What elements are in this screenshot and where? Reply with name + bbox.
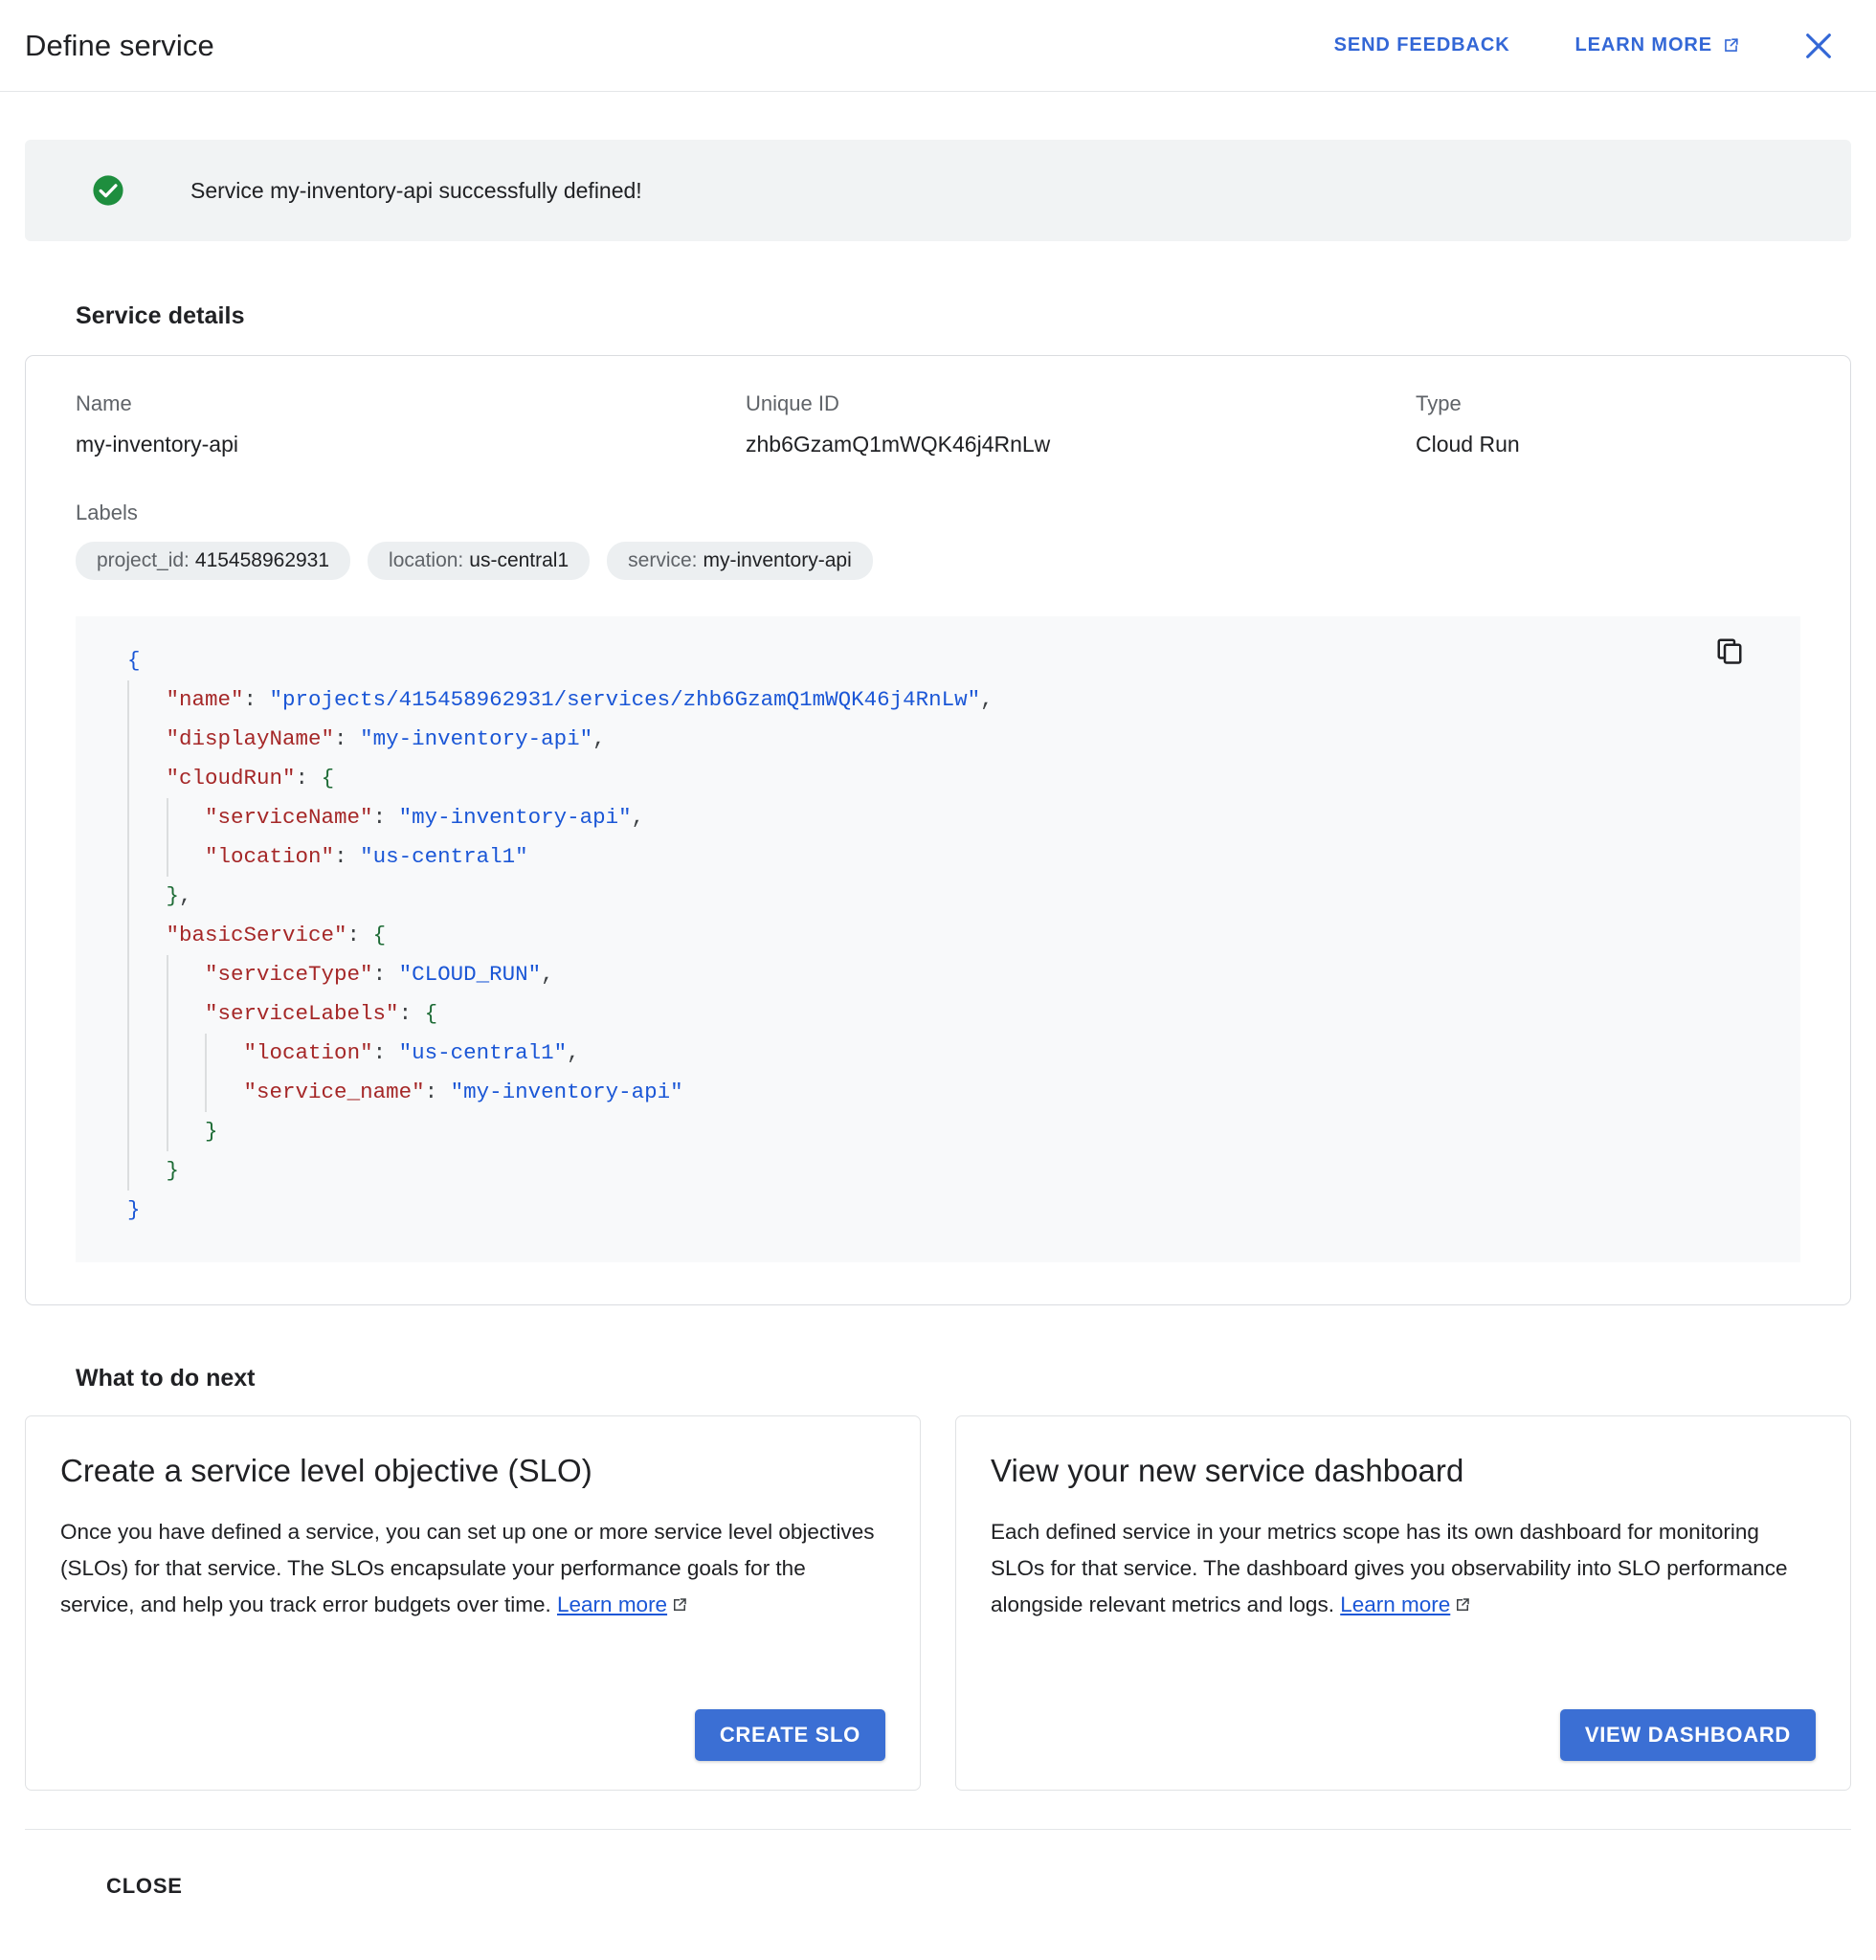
view-dashboard-button[interactable]: VIEW DASHBOARD [1560,1709,1816,1761]
label-chip-key: location: [389,549,463,572]
close-button[interactable]: CLOSE [100,1864,189,1908]
card-create-slo: Create a service level objective (SLO) O… [25,1415,921,1791]
card-actions: VIEW DASHBOARD [991,1686,1816,1761]
what-next-heading: What to do next [76,1365,1851,1392]
detail-field-unique-id: Unique ID zhb6GzamQ1mWQK46j4RnLw [746,389,1416,459]
service-details-heading: Service details [76,302,1851,330]
external-link-icon [1722,36,1740,55]
card-actions: CREATE SLO [60,1686,885,1761]
card-title: View your new service dashboard [991,1453,1816,1489]
label-chip-value: my-inventory-api [704,549,852,572]
check-circle-icon [92,174,124,207]
detail-label: Name [76,389,746,419]
detail-value: Cloud Run [1416,429,1800,459]
service-json-block: { "name": "projects/415458962931/service… [76,616,1800,1262]
learn-more-label: LEARN MORE [1575,34,1712,56]
learn-more-inline-link[interactable]: Learn more [1340,1592,1450,1616]
detail-value: zhb6GzamQ1mWQK46j4RnLw [746,429,1416,459]
detail-field-name: Name my-inventory-api [76,389,746,459]
card-title: Create a service level objective (SLO) [60,1453,885,1489]
service-json-code: { "name": "projects/415458962931/service… [76,641,1800,1230]
label-chip-value: 415458962931 [195,549,329,572]
card-view-dashboard: View your new service dashboard Each def… [955,1415,1851,1791]
detail-value: my-inventory-api [76,429,746,459]
external-link-icon [1454,1589,1471,1606]
what-next-cards: Create a service level objective (SLO) O… [25,1415,1851,1791]
detail-label: Unique ID [746,389,1416,419]
service-details-grid: Name my-inventory-api Unique ID zhb6Gzam… [76,389,1800,459]
service-details-card: Name my-inventory-api Unique ID zhb6Gzam… [25,355,1851,1305]
labels-block: Labels project_id: 415458962931 location… [76,498,1800,580]
panel-footer: CLOSE [25,1829,1851,1944]
define-service-panel: Define service SEND FEEDBACK LEARN MORE [0,0,1876,1960]
label-chip-key: service: [628,549,697,572]
detail-field-type: Type Cloud Run [1416,389,1800,459]
learn-more-link[interactable]: LEARN MORE [1570,27,1746,64]
page-title: Define service [25,29,214,63]
detail-label: Type [1416,389,1800,419]
label-chip: project_id: 415458962931 [76,542,350,580]
card-body: Each defined service in your metrics sco… [991,1514,1816,1623]
copy-icon[interactable] [1712,634,1747,668]
label-chip: location: us-central1 [368,542,590,580]
card-body: Once you have defined a service, you can… [60,1514,885,1623]
success-banner: Service my-inventory-api successfully de… [25,140,1851,241]
send-feedback-link[interactable]: SEND FEEDBACK [1329,27,1516,64]
label-chip-key: project_id: [97,549,190,572]
label-chip-value: us-central1 [469,549,569,572]
labels-label: Labels [76,498,1800,528]
close-icon[interactable] [1798,25,1840,67]
label-chip-list: project_id: 415458962931 location: us-ce… [76,542,1800,580]
label-chip: service: my-inventory-api [607,542,873,580]
success-banner-text: Service my-inventory-api successfully de… [190,178,642,204]
create-slo-button[interactable]: CREATE SLO [695,1709,885,1761]
card-body-text: Once you have defined a service, you can… [60,1520,874,1616]
learn-more-inline-link[interactable]: Learn more [557,1592,667,1616]
send-feedback-label: SEND FEEDBACK [1334,34,1510,56]
external-link-icon [671,1589,688,1606]
panel-header: Define service SEND FEEDBACK LEARN MORE [0,0,1876,92]
panel-body: Service my-inventory-api successfully de… [0,140,1876,1944]
